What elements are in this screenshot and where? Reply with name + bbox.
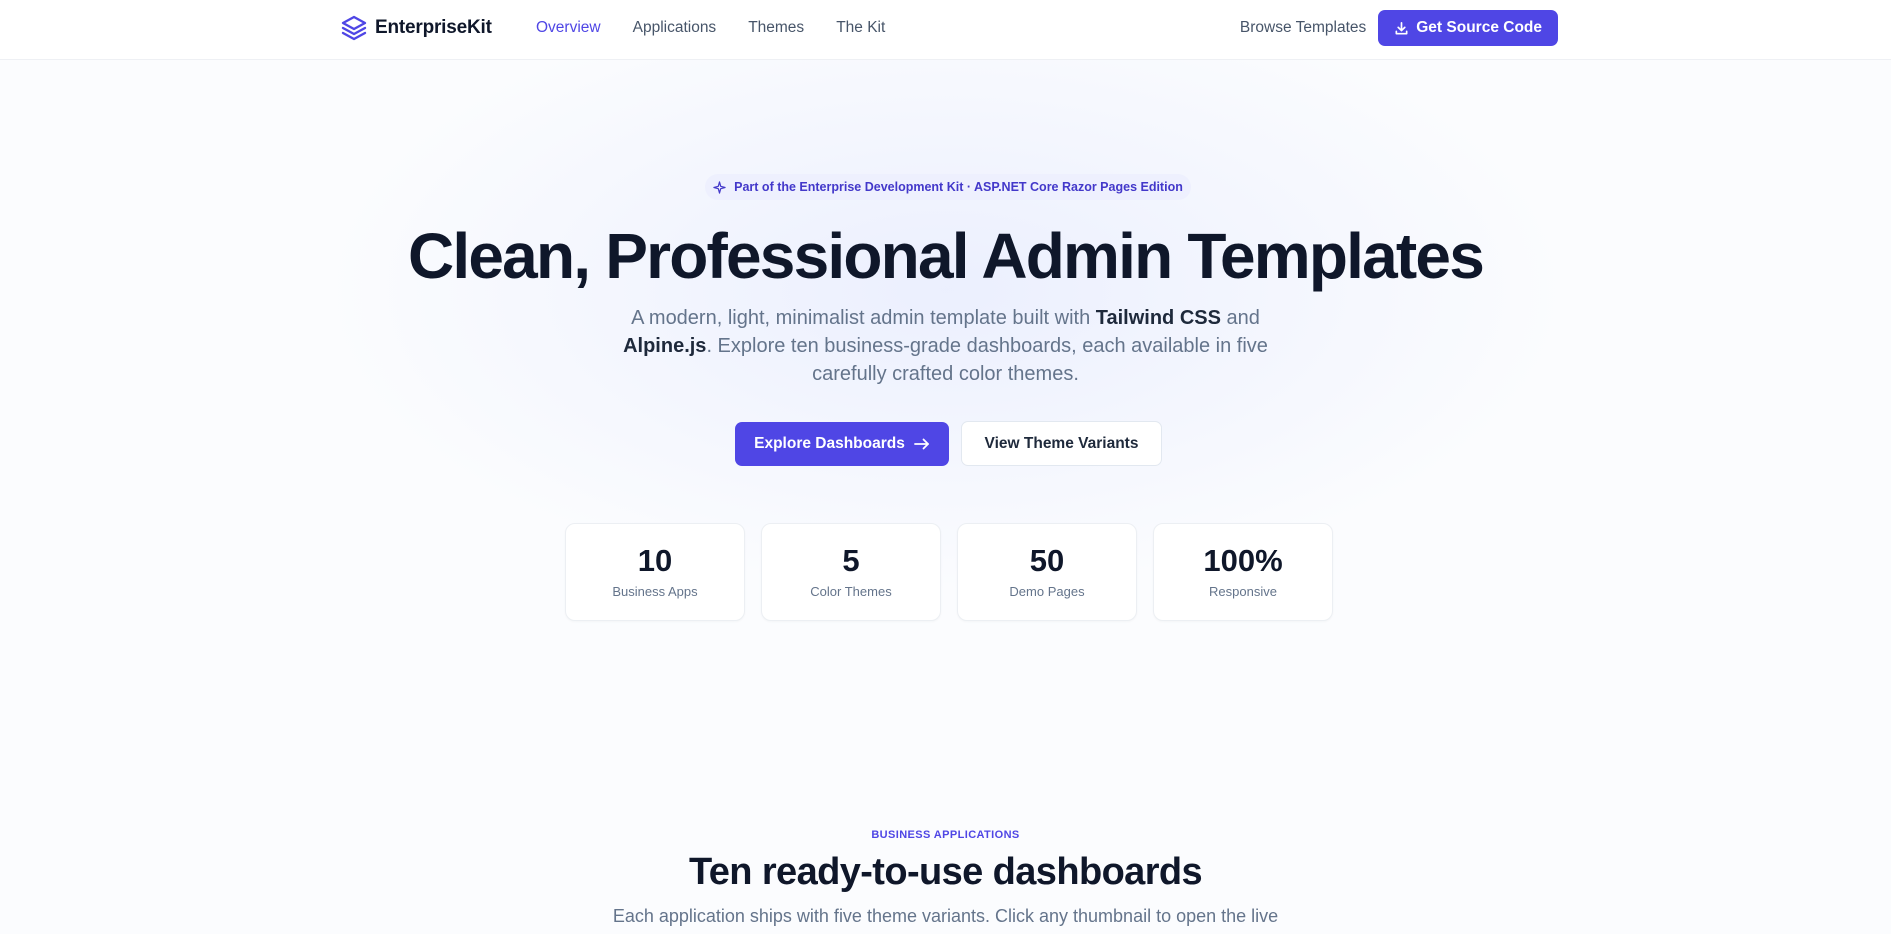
kit-badge: Part of the Enterprise Development Kit ·… (705, 174, 1191, 200)
stat-label: Color Themes (810, 584, 892, 599)
get-source-code-label: Get Source Code (1416, 19, 1542, 36)
stat-label: Demo Pages (1009, 584, 1085, 599)
nav-link-themes[interactable]: Themes (748, 19, 804, 37)
nav-link-overview[interactable]: Overview (536, 19, 601, 37)
nav-actions: Browse Templates Get Source Code (1240, 10, 1558, 46)
nav-link-applications[interactable]: Applications (633, 19, 717, 37)
section-subtitle: Each application ships with five theme v… (612, 906, 1279, 926)
hero-subtitle-alpine: Alpine.js (623, 335, 707, 357)
stat-value: 5 (842, 543, 860, 578)
hero-subtitle-text-2: and (1220, 307, 1260, 329)
hero-subtitle-tailwind: Tailwind CSS (1095, 307, 1221, 329)
stat-value: 50 (1029, 543, 1065, 578)
stat-card-demo-pages: 50 Demo Pages (957, 523, 1137, 621)
hero-subtitle: A modern, light, minimalist admin templa… (610, 304, 1281, 388)
browse-templates-link[interactable]: Browse Templates (1240, 19, 1366, 37)
stat-card-color-themes: 5 Color Themes (761, 523, 941, 621)
nav-link-the-kit[interactable]: The Kit (836, 19, 885, 37)
stat-card-business-apps: 10 Business Apps (565, 523, 745, 621)
section-eyebrow: BUSINESS APPLICATIONS (871, 829, 1020, 841)
section-title: Ten ready-to-use dashboards (688, 851, 1203, 893)
stat-value: 10 (637, 543, 673, 578)
brand-logo[interactable]: EnterpriseKit (340, 13, 492, 43)
explore-dashboards-label: Explore Dashboards (754, 435, 905, 452)
get-source-code-button[interactable]: Get Source Code (1378, 10, 1558, 46)
primary-nav: Overview Applications Themes The Kit (536, 19, 917, 37)
brand-name: EnterpriseKit (375, 17, 492, 38)
navbar-inner: EnterpriseKit Overview Applications Them… (340, 0, 1558, 60)
hero-subtitle-text-3: . Explore ten business-grade dashboards,… (706, 335, 1268, 385)
kit-badge-text: Part of the Enterprise Development Kit ·… (734, 180, 1183, 194)
hero-subtitle-text-1: A modern, light, minimalist admin templa… (631, 307, 1096, 329)
layers-icon (340, 14, 368, 42)
arrow-right-icon (913, 438, 929, 450)
stat-card-responsive: 100% Responsive (1153, 523, 1333, 621)
hero-title: Clean, Professional Admin Templates (407, 220, 1485, 292)
sparkle-icon (713, 180, 726, 194)
view-theme-variants-button[interactable]: View Theme Variants (961, 421, 1162, 466)
stat-label: Responsive (1209, 584, 1277, 599)
stat-value: 100% (1203, 543, 1283, 578)
explore-dashboards-button[interactable]: Explore Dashboards (735, 422, 949, 466)
top-navbar: EnterpriseKit Overview Applications Them… (0, 0, 1891, 60)
stat-label: Business Apps (612, 584, 698, 599)
download-icon (1395, 21, 1408, 34)
